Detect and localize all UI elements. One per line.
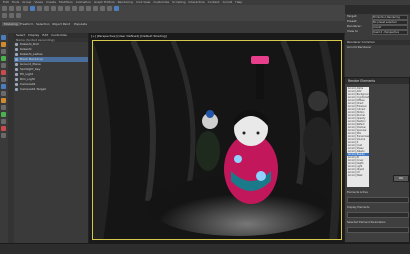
align-icon[interactable] xyxy=(86,6,91,11)
scene-row-label: Spotlight_Key xyxy=(20,67,41,71)
scene-filter-icon[interactable] xyxy=(1,91,6,96)
status-bar xyxy=(0,243,410,254)
scene-filter-icon[interactable] xyxy=(1,77,6,82)
undo-icon[interactable] xyxy=(2,6,7,11)
scene-explorer: Select Display Edit Customize Name (Sort… xyxy=(8,33,89,243)
scene-list: Kokeshi_Doll Kokeshi Kokeshi_Ladies Black B… xyxy=(14,42,88,92)
scene-filter-icon[interactable] xyxy=(1,49,6,54)
scene-row-label: Kokeshi_Doll xyxy=(20,42,39,46)
render-icon[interactable] xyxy=(114,6,119,11)
scene-filter-icon[interactable] xyxy=(1,133,6,138)
ok-button[interactable]: OK xyxy=(393,175,409,182)
scene-filter-icon[interactable] xyxy=(1,70,6,75)
scene-filter-icon[interactable] xyxy=(1,84,6,89)
select-icon[interactable] xyxy=(30,6,35,11)
eye-icon[interactable] xyxy=(15,78,18,81)
elements-bar xyxy=(347,197,409,203)
select-by-name-icon[interactable] xyxy=(37,6,42,11)
scene-row-label: Black Backdrop xyxy=(20,57,44,61)
eye-icon[interactable] xyxy=(15,73,18,76)
main-toolbar xyxy=(0,5,345,22)
tab-object-paint[interactable]: Object Paint xyxy=(50,22,72,26)
dialog-side-area xyxy=(371,87,409,187)
selection-set-icon[interactable] xyxy=(9,13,14,18)
tab-modeling[interactable]: Modeling xyxy=(2,22,20,26)
hair-ornament xyxy=(251,56,269,64)
snap-icon[interactable] xyxy=(65,6,70,11)
eye-icon[interactable] xyxy=(15,48,18,51)
eye-icon[interactable] xyxy=(15,83,18,86)
render-element-item[interactable]: Arnold_Mask xyxy=(347,174,369,177)
scene-row-label: Ground_Plane xyxy=(20,62,41,66)
dialog-options: Elements Active Display Elements Selecte… xyxy=(347,190,409,235)
scene-row-label: Rim_Light xyxy=(20,77,35,81)
eye-icon[interactable] xyxy=(15,58,18,61)
layer-icon[interactable] xyxy=(93,6,98,11)
scene-filter-icon[interactable] xyxy=(1,56,6,61)
render-elements-dialog: Render Elements Arnold_Alpha Arnold_AOV Ar… xyxy=(344,77,410,243)
renderer-sub-label: Arnold Renderer xyxy=(347,45,372,49)
scene-filter-icon[interactable] xyxy=(1,42,6,47)
element-name-field[interactable] xyxy=(347,227,409,233)
material-editor-icon[interactable] xyxy=(100,6,105,11)
eye-icon[interactable] xyxy=(15,88,18,91)
viewport-label[interactable]: [+] [Perspective] [User Defined] [Defaul… xyxy=(91,34,167,38)
link-icon[interactable] xyxy=(16,6,21,11)
schematic-icon[interactable] xyxy=(16,13,21,18)
scene-filter-icon[interactable] xyxy=(1,105,6,110)
rotate-icon[interactable] xyxy=(51,6,56,11)
eye-icon[interactable] xyxy=(15,53,18,56)
render-setup-fields: Target:Production Rendering ModePreset:N… xyxy=(345,14,410,35)
scene-row-label: Kokeshi xyxy=(20,47,32,51)
scene-row-label: Fill_Light xyxy=(20,72,33,76)
eye-icon[interactable] xyxy=(15,63,18,66)
display-bar xyxy=(347,212,409,218)
scene-render xyxy=(93,41,341,239)
tab-freeform[interactable]: Freeform xyxy=(18,22,35,26)
elements-active-label[interactable]: Elements Active xyxy=(347,190,409,195)
doll-left xyxy=(196,131,220,171)
render-element-list[interactable]: Arnold_Alpha Arnold_AOV Arnold_Background A… xyxy=(347,87,369,187)
doll-right xyxy=(303,117,333,165)
scene-filter-icon[interactable] xyxy=(1,126,6,131)
scene-row-label: Camera01.Target xyxy=(20,87,46,91)
scene-filter-icon[interactable] xyxy=(1,119,6,124)
toolbar-row-2 xyxy=(2,13,21,19)
scene-filter-icon[interactable] xyxy=(1,98,6,103)
redo-icon[interactable] xyxy=(9,6,14,11)
eye-icon[interactable] xyxy=(15,43,18,46)
workspace-icon[interactable] xyxy=(2,13,7,18)
scale-icon[interactable] xyxy=(58,6,63,11)
render-frame[interactable] xyxy=(92,40,342,240)
render-setup-row-label: View to xyxy=(347,29,359,33)
selected-element-params-label: Selected Element Parameters xyxy=(347,221,386,224)
eye-icon[interactable] xyxy=(15,68,18,71)
unlink-icon[interactable] xyxy=(23,6,28,11)
scene-row-label: Kokeshi_Ladies xyxy=(20,52,43,56)
scene-filter-icon[interactable] xyxy=(1,112,6,117)
render-setup-icon[interactable] xyxy=(107,6,112,11)
render-setup-row: View to Quad 4 - Perspective xyxy=(345,29,410,35)
dialog-title: Render Elements xyxy=(345,78,409,84)
scene-row[interactable]: Camera01.Target xyxy=(14,87,88,92)
display-elements-label[interactable]: Display Elements xyxy=(347,205,409,210)
toolbar-row-1 xyxy=(2,6,119,12)
render-setup-row-value[interactable]: Quad 4 - Perspective xyxy=(372,30,408,35)
scene-row-label: Camera01 xyxy=(20,82,36,86)
left-tool-strip xyxy=(0,33,8,243)
move-icon[interactable] xyxy=(44,6,49,11)
scene-filter-icon[interactable] xyxy=(1,63,6,68)
angle-snap-icon[interactable] xyxy=(72,6,77,11)
scene-filter-icon[interactable] xyxy=(1,35,6,40)
tab-populate[interactable]: Populate xyxy=(72,22,89,26)
mirror-icon[interactable] xyxy=(79,6,84,11)
